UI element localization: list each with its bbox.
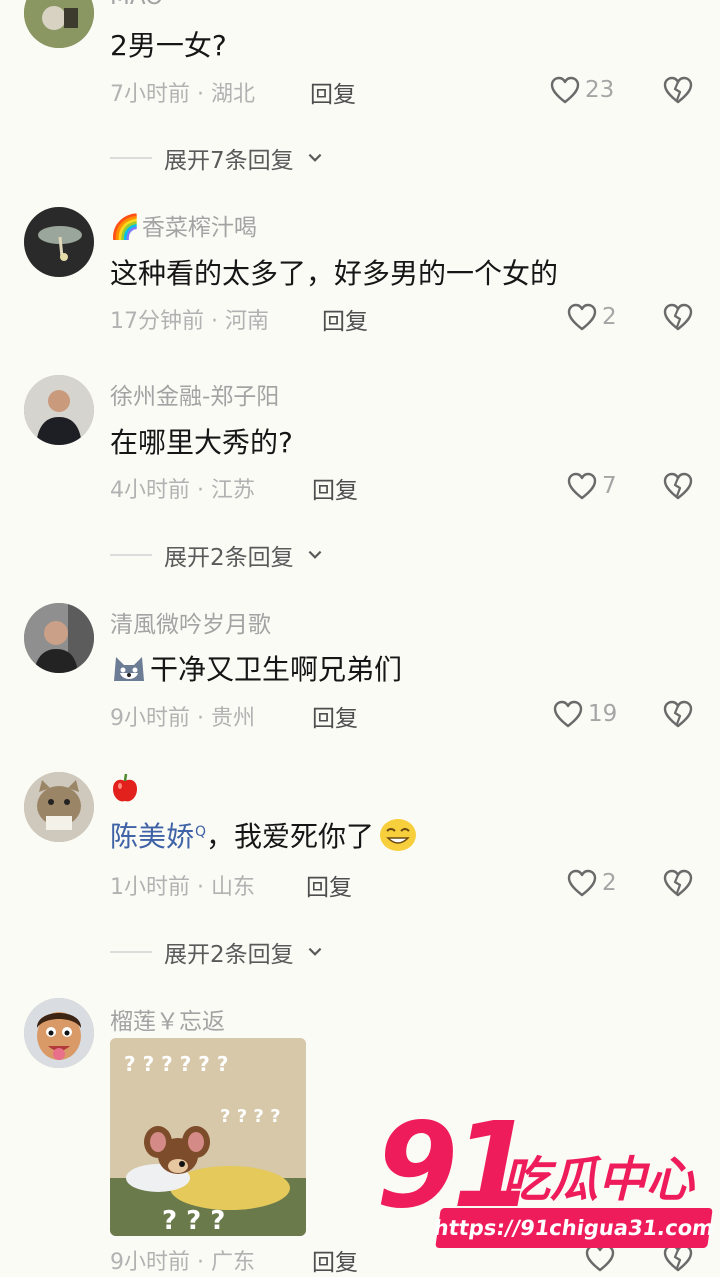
comment-text: 在哪里大秀的?: [110, 426, 293, 459]
like-button[interactable]: 2: [566, 301, 617, 333]
heart-icon: [552, 698, 584, 730]
avatar[interactable]: [24, 375, 94, 445]
sticker-marks: ? ? ?: [162, 1206, 226, 1236]
expand-label: 展开2条回复: [164, 942, 294, 968]
divider: [110, 157, 152, 159]
comment-text: 2男一女?: [110, 29, 227, 62]
broken-heart-icon[interactable]: [662, 867, 694, 899]
search-icon: Q: [195, 823, 207, 840]
comment-meta: 1小时前 · 山东: [110, 875, 255, 900]
like-button[interactable]: 19: [552, 698, 617, 730]
expand-label: 展开2条回复: [164, 545, 294, 571]
expand-replies[interactable]: 展开2条回复: [110, 935, 324, 969]
avatar[interactable]: [24, 998, 94, 1068]
grin-emoji-icon: [380, 819, 417, 851]
like-count: 19: [588, 701, 618, 727]
reply-button[interactable]: 回复: [310, 75, 356, 109]
mention-name: 陈美娇: [110, 820, 195, 853]
chevron-down-icon: [306, 546, 324, 564]
like-button[interactable]: 2: [566, 867, 617, 899]
reply-button[interactable]: 回复: [322, 302, 368, 336]
like-count: 2: [602, 870, 617, 896]
comment-username: MAO: [110, 0, 163, 10]
husky-emoji-icon: [114, 657, 144, 681]
like-button[interactable]: 23: [549, 74, 614, 106]
heart-icon: [566, 470, 598, 502]
username-text: 香菜榨汁喝: [141, 215, 257, 241]
comment-text: 这种看的太多了，好多男的一个女的: [110, 257, 559, 290]
like-count: 7: [602, 473, 617, 499]
comment-username: 徐州金融-郑子阳: [110, 384, 280, 410]
chevron-down-icon: [306, 943, 324, 961]
broken-heart-icon[interactable]: [662, 698, 694, 730]
watermark-url: https://91chigua31.com: [432, 1208, 716, 1248]
heart-icon: [549, 74, 581, 106]
watermark-label: 吃瓜中心: [502, 1152, 695, 1208]
heart-icon: [566, 867, 598, 899]
broken-heart-icon[interactable]: [662, 470, 694, 502]
comment-meta: 9小时前 · 贵州: [110, 706, 255, 731]
avatar[interactable]: [24, 603, 94, 673]
like-count: 23: [585, 77, 615, 103]
expand-label: 展开7条回复: [164, 148, 294, 174]
sticker-marks: ? ? ? ? ? ?: [124, 1052, 229, 1076]
comment-meta: 7小时前 · 湖北: [110, 82, 255, 107]
comment-meta: 4小时前 · 江苏: [110, 478, 255, 503]
sticker-marks: ? ? ? ?: [220, 1106, 281, 1127]
divider: [110, 951, 152, 953]
comment-username: [110, 772, 140, 810]
rainbow-icon: 🌈: [110, 213, 140, 241]
comment-text: 陈美娇Q ，我爱死你了: [110, 815, 418, 855]
like-button[interactable]: 7: [566, 470, 617, 502]
comment-meta: 9小时前 · 广东: [110, 1250, 255, 1275]
reply-button[interactable]: 回复: [312, 1243, 358, 1277]
apple-icon: [113, 773, 137, 802]
comment-meta: 17分钟前 · 河南: [110, 309, 269, 334]
reply-button[interactable]: 回复: [312, 699, 358, 733]
comment-text-content: ，我爱死你了: [206, 820, 375, 853]
avatar[interactable]: [24, 207, 94, 277]
broken-heart-icon[interactable]: [662, 74, 694, 106]
like-count: 2: [602, 304, 617, 330]
reply-button[interactable]: 回复: [306, 868, 352, 902]
sticker-image[interactable]: ? ? ? ? ? ? ? ? ? ? ? ? ?: [110, 1038, 306, 1236]
mention-link[interactable]: 陈美娇Q: [110, 815, 206, 855]
comment-text: 干净又卫生啊兄弟们: [110, 648, 402, 688]
comment-username: 清風微吟岁月歌: [110, 612, 271, 638]
comment-username: 🌈香菜榨汁喝: [110, 208, 257, 242]
chevron-down-icon: [306, 149, 324, 167]
expand-replies[interactable]: 展开7条回复: [110, 141, 324, 175]
expand-replies[interactable]: 展开2条回复: [110, 538, 324, 572]
comment-text-content: 干净又卫生啊兄弟们: [150, 653, 403, 686]
reply-button[interactable]: 回复: [312, 471, 358, 505]
avatar[interactable]: [24, 772, 94, 842]
comment-username: 榴莲￥忘返: [110, 1009, 225, 1035]
avatar[interactable]: [24, 0, 94, 48]
broken-heart-icon[interactable]: [662, 301, 694, 333]
heart-icon: [566, 301, 598, 333]
divider: [110, 554, 152, 556]
